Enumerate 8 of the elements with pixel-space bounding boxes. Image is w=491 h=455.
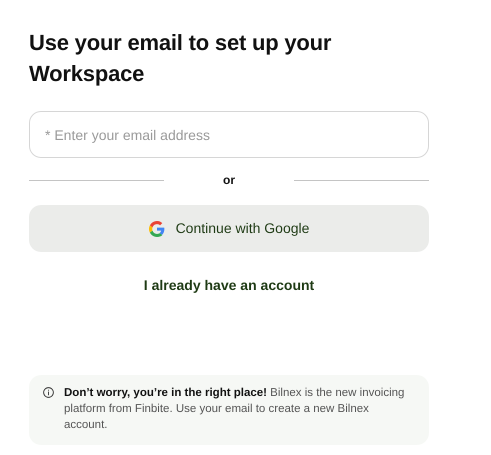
page-heading: Use your email to set up your Workspace: [29, 29, 332, 88]
google-logo-icon: [148, 220, 165, 236]
google-sign-in-button[interactable]: Continue with Google: [29, 205, 429, 252]
info-icon: [43, 387, 54, 398]
login-link[interactable]: I already have an account: [144, 275, 314, 296]
email-field[interactable]: * Enter your email address: [29, 111, 429, 158]
notice-text: Don’t worry, you’re in the right place! Bilnex is the new invoicing platform from Finbite. Use your email to create a new Bilnex account.: [64, 386, 406, 433]
divider-label: or: [222, 172, 236, 189]
